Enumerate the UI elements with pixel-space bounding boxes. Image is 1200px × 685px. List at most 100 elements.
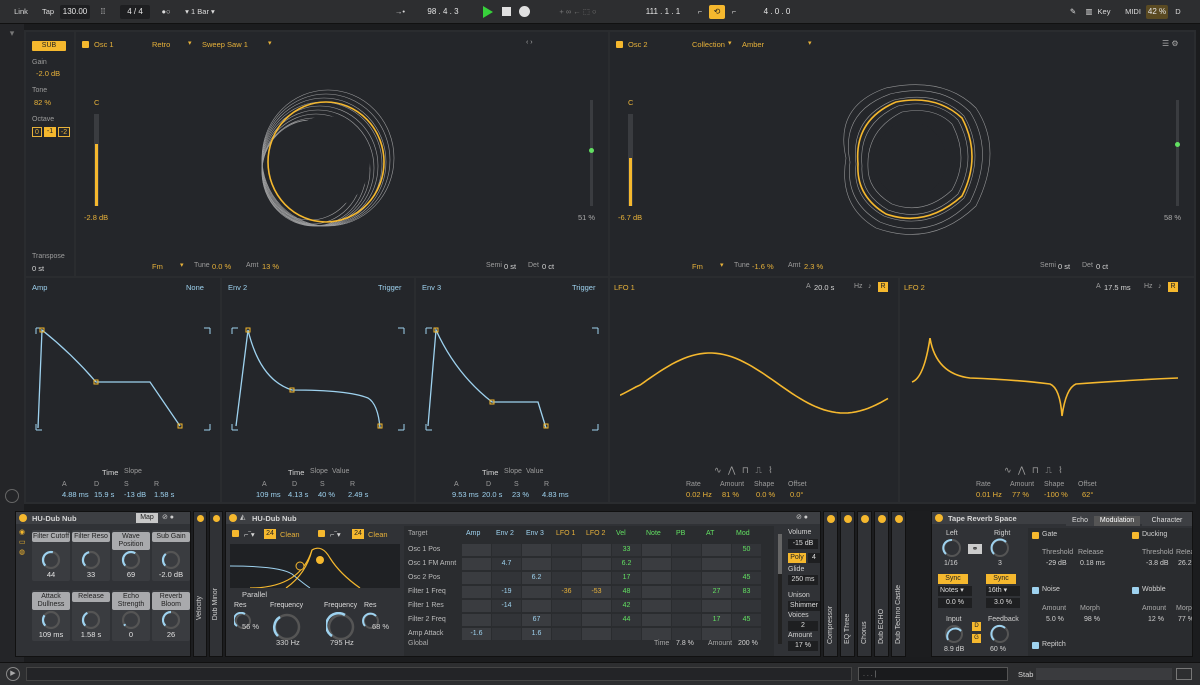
matrix-cell[interactable]	[492, 614, 521, 626]
tempo-field[interactable]: 130.00	[60, 5, 90, 19]
noise-morph-value[interactable]: 98 %	[1084, 616, 1100, 623]
matrix-cell[interactable]	[492, 544, 521, 556]
filter2-res-value[interactable]: 68 %	[372, 622, 389, 631]
sub-button[interactable]: SUB	[32, 41, 66, 51]
matrix-cell[interactable]	[582, 614, 611, 626]
macro-knob[interactable]	[161, 610, 181, 630]
scroll-overview[interactable]: . . . |	[858, 667, 1008, 681]
env2-tab-time[interactable]: Time	[288, 468, 304, 477]
volume-value[interactable]: -15 dB	[788, 539, 818, 549]
macro-knob[interactable]	[81, 550, 101, 570]
velocity-power-icon[interactable]	[197, 515, 204, 522]
filter2-slope[interactable]: 24	[352, 529, 364, 539]
right-sync-button[interactable]: Sync	[986, 574, 1016, 584]
osc1-fm-select[interactable]: Fm	[152, 262, 163, 271]
chevron-down-icon[interactable]: ▾	[808, 39, 812, 47]
osc2-bank-select[interactable]: Collection	[692, 40, 725, 49]
amp-release-value[interactable]: 1.58 s	[154, 490, 174, 499]
matrix-cell[interactable]	[522, 558, 551, 570]
osc1-level-slider[interactable]	[94, 114, 99, 206]
env2-tab-slope[interactable]: Slope	[310, 468, 328, 475]
matrix-cell[interactable]: 33	[612, 544, 641, 556]
env2-tab-value[interactable]: Value	[332, 468, 349, 475]
filter1-toggle[interactable]	[232, 530, 239, 537]
matrix-cell[interactable]	[702, 572, 731, 584]
matrix-cell[interactable]: -53	[582, 586, 611, 598]
matrix-cell[interactable]	[612, 628, 641, 640]
osc2-det-value[interactable]: 0 ct	[1096, 262, 1108, 271]
lfo1-shape-selector[interactable]: ∿ ⋀ ⊓ ⎍ ⌇	[714, 465, 775, 476]
env2-attack-value[interactable]: 109 ms	[256, 490, 281, 499]
loop-switch-icon[interactable]: ⟲	[709, 5, 725, 19]
macro-5[interactable]: Attack Dullness 109 ms	[32, 590, 70, 641]
right-time-value[interactable]: 3	[998, 560, 1002, 567]
macro-value[interactable]: 69	[112, 570, 150, 579]
osc1-toggle[interactable]	[82, 41, 89, 48]
lfo1-waveform-display[interactable]	[620, 338, 890, 428]
link-button[interactable]: Link	[8, 5, 34, 19]
filter1-res-value[interactable]: 56 %	[242, 622, 259, 631]
matrix-cell[interactable]	[462, 614, 491, 626]
filter2-shape-icon[interactable]: ⌐‾▾	[330, 530, 341, 539]
macro-knob[interactable]	[41, 610, 61, 630]
lfo2-retrigger-button[interactable]: R	[1168, 282, 1178, 292]
metronome-quantize[interactable]: ▾ 1 Bar ▾	[178, 5, 222, 19]
osc1-semi-value[interactable]: 0 st	[504, 262, 516, 271]
env3-release-value[interactable]: 4.83 ms	[542, 490, 569, 499]
right-time-knob[interactable]	[990, 538, 1010, 558]
matrix-cell[interactable]	[552, 544, 581, 556]
loop-length[interactable]: 4 . 0 . 0	[752, 5, 802, 19]
macro-value[interactable]: 1.58 s	[72, 630, 110, 639]
velocity-label[interactable]: Velocity	[196, 596, 203, 620]
left-offset-value[interactable]: 0.0 %	[938, 598, 972, 608]
osc1-wave-select[interactable]: Sweep Saw 1	[202, 40, 248, 49]
env2-decay-value[interactable]: 4.13 s	[288, 490, 308, 499]
matrix-cell[interactable]: 17	[612, 572, 641, 584]
macro-value[interactable]: 33	[72, 570, 110, 579]
matrix-cell[interactable]: 83	[732, 586, 761, 598]
input-knob[interactable]	[944, 624, 964, 644]
matrix-cell[interactable]	[672, 572, 701, 584]
macro-2[interactable]: Filter Reso 33	[72, 530, 110, 581]
fx-device-strip[interactable]: Chorus	[857, 511, 872, 657]
matrix-cell[interactable]	[522, 586, 551, 598]
matrix-cell[interactable]	[462, 572, 491, 584]
lfo2-rate-value[interactable]: 0.01 Hz	[976, 490, 1002, 499]
midi-map-button[interactable]: MIDI	[1122, 5, 1144, 19]
matrix-cell[interactable]	[522, 544, 551, 556]
env3-tab-slope[interactable]: Slope	[504, 468, 522, 475]
matrix-cell[interactable]	[642, 600, 671, 612]
fx-power-icon[interactable]	[827, 515, 835, 523]
osc2-semi-value[interactable]: 0 st	[1058, 262, 1070, 271]
record-icon[interactable]	[519, 6, 530, 17]
fx-device-strip[interactable]: EQ Three	[840, 511, 855, 657]
dub-minor-power-icon[interactable]	[213, 515, 220, 522]
right-sync-mode-select[interactable]: 16th ▾	[986, 586, 1020, 596]
matrix-cell[interactable]	[702, 558, 731, 570]
osc2-level-slider[interactable]	[628, 114, 633, 206]
fx-power-icon[interactable]	[844, 515, 852, 523]
gate-toggle[interactable]	[1032, 532, 1039, 539]
fx-power-icon[interactable]	[861, 515, 869, 523]
matrix-cell[interactable]: 45	[732, 572, 761, 584]
punch-in-icon[interactable]: ⌐	[694, 5, 706, 19]
chevron-down-icon[interactable]: ▾	[188, 39, 192, 47]
osc2-amt-value[interactable]: 2.3 %	[804, 262, 823, 271]
tab-modulation[interactable]: Modulation	[1094, 516, 1140, 526]
lfo2-attack-value[interactable]: 17.5 ms	[1104, 283, 1131, 292]
lfo1-rate-value[interactable]: 0.02 Hz	[686, 490, 712, 499]
fx-power-icon[interactable]	[895, 515, 903, 523]
matrix-cell[interactable]	[642, 544, 671, 556]
reverb-power-icon[interactable]	[935, 514, 943, 522]
matrix-cell[interactable]	[582, 572, 611, 584]
macro-knob[interactable]	[121, 550, 141, 570]
wobble-toggle[interactable]	[1132, 587, 1139, 594]
macro-8[interactable]: Reverb Bloom 26	[152, 590, 190, 641]
ducking-toggle[interactable]	[1132, 532, 1139, 539]
chevron-down-icon[interactable]: ▾	[720, 261, 724, 269]
matrix-cell[interactable]: 6.2	[612, 558, 641, 570]
amp-sustain-value[interactable]: -13 dB	[124, 490, 146, 499]
matrix-cell[interactable]: 27	[702, 586, 731, 598]
matrix-cell[interactable]	[642, 614, 671, 626]
d-button[interactable]: D	[972, 622, 981, 631]
